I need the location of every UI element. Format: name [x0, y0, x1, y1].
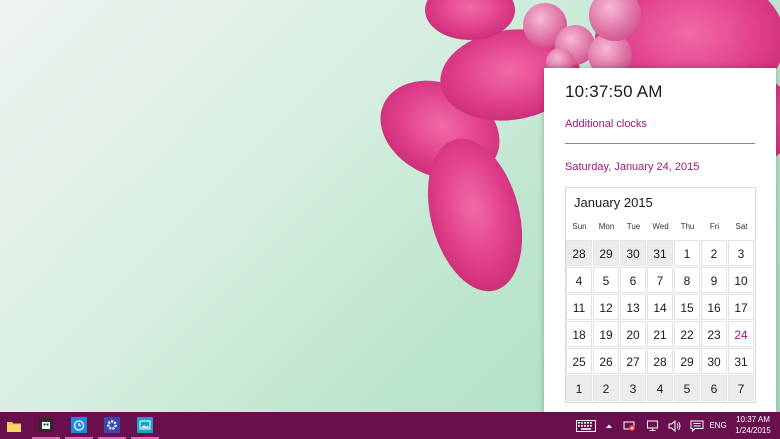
action-center-button[interactable] — [688, 412, 706, 439]
battery-warning-icon — [623, 421, 635, 431]
calendar-day[interactable]: 25 — [566, 348, 592, 374]
taskbar: ENG 10:37 AM 1/24/2015 — [0, 412, 780, 439]
weekday-label: Thu — [680, 222, 695, 231]
calendar-day[interactable]: 3 — [620, 375, 646, 401]
keyboard-icon — [576, 419, 596, 432]
show-hidden-icons-button[interactable] — [602, 412, 616, 439]
taskbar-date: 1/24/2015 — [735, 426, 771, 435]
calendar-day[interactable]: 28 — [647, 348, 673, 374]
calendar-week: 1 2 3 4 5 6 7 — [566, 375, 755, 402]
flyout-date[interactable]: Saturday, January 24, 2015 — [565, 161, 699, 173]
calendar-day[interactable]: 19 — [593, 321, 619, 347]
flyout-time: 10:37:50 AM — [565, 82, 663, 101]
calendar-day[interactable]: 22 — [674, 321, 700, 347]
calendar-day[interactable]: 3 — [728, 240, 754, 266]
weekday-label: Sat — [735, 222, 748, 231]
calendar-day[interactable]: 15 — [674, 294, 700, 320]
weekday-label: Mon — [598, 222, 615, 231]
calendar-day[interactable]: 7 — [647, 267, 673, 293]
weekday-label: Tue — [626, 222, 641, 231]
calendar: January 2015 Sun Mon Tue Wed Thu Fri Sat… — [565, 187, 756, 403]
calendar-day-today[interactable]: 24 — [728, 321, 754, 347]
alarms-app-button[interactable] — [65, 412, 93, 439]
calendar-day[interactable]: 4 — [647, 375, 673, 401]
touch-keyboard-button[interactable] — [574, 412, 598, 439]
photos-app-button[interactable] — [131, 412, 159, 439]
calendar-day[interactable]: 29 — [593, 240, 619, 266]
calendar-day[interactable]: 6 — [701, 375, 727, 401]
network-icon — [647, 420, 658, 431]
folder-icon — [7, 421, 21, 432]
calendar-day[interactable]: 30 — [620, 240, 646, 266]
calendar-day[interactable]: 16 — [701, 294, 727, 320]
calendar-day[interactable]: 30 — [701, 348, 727, 374]
chevron-up-icon — [606, 424, 612, 428]
settings-app-button[interactable] — [98, 412, 126, 439]
battery-tray-button[interactable] — [621, 412, 639, 439]
calendar-day[interactable]: 26 — [593, 348, 619, 374]
calendar-day[interactable]: 18 — [566, 321, 592, 347]
calendar-week: 28 29 30 31 1 2 3 — [566, 240, 755, 267]
taskbar-clock[interactable]: 10:37 AM 1/24/2015 — [728, 414, 778, 438]
gear-icon — [104, 416, 120, 433]
calendar-grid: 28 29 30 31 1 2 3 4 5 6 7 8 9 10 11 12 1… — [566, 240, 755, 402]
calendar-month-label[interactable]: January 2015 — [574, 195, 653, 210]
weekday-label: Sun — [572, 222, 587, 231]
taskbar-time: 10:37 AM — [736, 415, 770, 424]
calendar-day[interactable]: 1 — [566, 375, 592, 401]
input-language-button[interactable]: ENG — [708, 412, 728, 439]
calendar-week: 18 19 20 21 22 23 24 — [566, 321, 755, 348]
calendar-day[interactable]: 11 — [566, 294, 592, 320]
flyout-separator — [565, 143, 755, 144]
weekday-header: Sun Mon Tue Wed Thu Fri Sat — [566, 222, 755, 231]
file-explorer-button[interactable] — [0, 412, 28, 439]
calendar-day[interactable]: 14 — [647, 294, 673, 320]
notification-icon — [690, 420, 704, 432]
calendar-day[interactable]: 31 — [647, 240, 673, 266]
network-tray-button[interactable] — [644, 412, 662, 439]
calendar-day[interactable]: 29 — [674, 348, 700, 374]
calendar-day[interactable]: 20 — [620, 321, 646, 347]
store-app-button[interactable] — [32, 412, 60, 439]
volume-tray-button[interactable] — [666, 412, 684, 439]
weekday-label: Fri — [709, 222, 720, 231]
calendar-day[interactable]: 10 — [728, 267, 754, 293]
alarm-clock-icon — [71, 416, 87, 433]
calendar-day[interactable]: 7 — [728, 375, 754, 401]
calendar-day[interactable]: 31 — [728, 348, 754, 374]
clock-flyout: 10:37:50 AM Additional clocks Saturday, … — [544, 68, 776, 412]
calendar-day[interactable]: 5 — [674, 375, 700, 401]
calendar-day[interactable]: 2 — [701, 240, 727, 266]
calendar-day[interactable]: 27 — [620, 348, 646, 374]
calendar-day[interactable]: 23 — [701, 321, 727, 347]
calendar-day[interactable]: 8 — [674, 267, 700, 293]
speaker-icon — [668, 419, 681, 432]
calendar-week: 11 12 13 14 15 16 17 — [566, 294, 755, 321]
calendar-day[interactable]: 6 — [620, 267, 646, 293]
calendar-day[interactable]: 1 — [674, 240, 700, 266]
calendar-day[interactable]: 17 — [728, 294, 754, 320]
calendar-day[interactable]: 4 — [566, 267, 592, 293]
calendar-week: 25 26 27 28 29 30 31 — [566, 348, 755, 375]
weekday-label: Wed — [652, 222, 669, 231]
calendar-day[interactable]: 5 — [593, 267, 619, 293]
calendar-week: 4 5 6 7 8 9 10 — [566, 267, 755, 294]
store-icon — [39, 417, 53, 432]
calendar-day[interactable]: 12 — [593, 294, 619, 320]
calendar-day[interactable]: 13 — [620, 294, 646, 320]
calendar-day[interactable]: 2 — [593, 375, 619, 401]
photos-icon — [137, 416, 153, 433]
calendar-day[interactable]: 21 — [647, 321, 673, 347]
calendar-day[interactable]: 28 — [566, 240, 592, 266]
calendar-day[interactable]: 9 — [701, 267, 727, 293]
additional-clocks-link[interactable]: Additional clocks — [565, 118, 647, 130]
